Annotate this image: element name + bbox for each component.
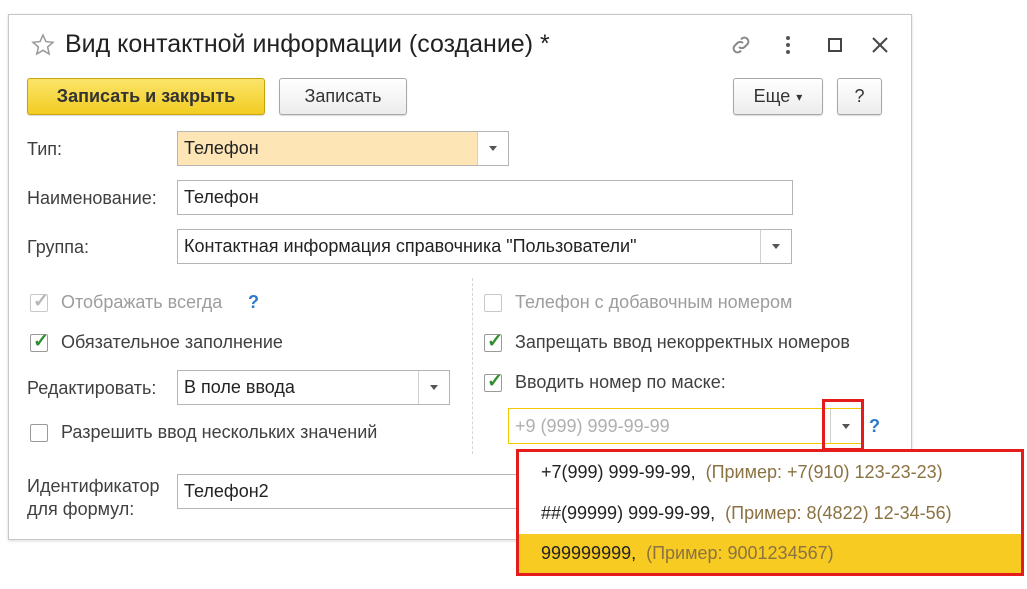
link-icon[interactable] (727, 31, 755, 59)
identifier-label-line1: Идентификатор (27, 476, 160, 496)
checkmark-icon: ✓ (487, 331, 503, 352)
chevron-down-icon: ▾ (796, 89, 803, 104)
multiple-values-checkbox[interactable] (30, 424, 48, 442)
save-button[interactable]: Записать (279, 78, 407, 115)
show-always-label: Отображать всегда (61, 292, 223, 312)
name-input[interactable]: Телефон (177, 180, 793, 215)
identifier-input[interactable]: Телефон2 (177, 474, 522, 509)
mask-option-value: 999999999, (541, 543, 637, 563)
maximize-icon[interactable] (822, 31, 848, 59)
forbid-incorrect-label: Запрещать ввод некорректных номеров (515, 332, 850, 352)
type-value: Телефон (184, 138, 259, 158)
mask-checkbox[interactable]: ✓ (484, 371, 503, 392)
ext-phone-label: Телефон с добавочным номером (515, 292, 793, 312)
mask-option-value: +7(999) 999-99-99, (541, 462, 696, 482)
mask-label: Вводить номер по маске: (515, 372, 726, 392)
mask-option[interactable]: +7(999) 999-99-99, (Пример: +7(910) 123-… (519, 452, 1021, 493)
help-button[interactable]: ? (837, 78, 882, 115)
show-always-checkbox[interactable]: ✓ (30, 291, 49, 312)
dropdown-arrow-icon[interactable] (760, 230, 791, 263)
type-label: Тип: (27, 139, 63, 159)
required-checkbox[interactable]: ✓ (30, 331, 49, 352)
star-icon[interactable] (30, 32, 56, 58)
identifier-value: Телефон2 (184, 481, 269, 501)
annotation-highlight-box (822, 399, 864, 451)
required-label: Обязательное заполнение (61, 332, 283, 352)
mask-option-example: (Пример: +7(910) 123-23-23) (705, 462, 943, 482)
more-vertical-icon[interactable] (778, 31, 798, 59)
identifier-label-line2: для формул: (27, 499, 135, 519)
checkmark-icon: ✓ (33, 291, 49, 312)
mask-option-example: (Пример: 9001234567) (646, 543, 834, 563)
mask-option-example: (Пример: 8(4822) 12-34-56) (725, 503, 952, 523)
show-always-help-icon[interactable]: ? (248, 292, 259, 313)
mask-option[interactable]: ##(99999) 999-99-99, (Пример: 8(4822) 12… (519, 493, 1021, 534)
edit-mode-label: Редактировать: (27, 378, 157, 398)
mask-help-icon[interactable]: ? (869, 416, 880, 437)
group-value: Контактная информация справочника "Польз… (184, 236, 637, 256)
mask-placeholder: +9 (999) 999-99-99 (515, 415, 670, 436)
name-value: Телефон (184, 187, 259, 207)
save-and-close-button[interactable]: Записать и закрыть (27, 78, 265, 115)
edit-mode-value: В поле ввода (184, 377, 295, 397)
group-label: Группа: (27, 237, 90, 257)
window-title: Вид контактной информации (создание) * (65, 30, 550, 58)
more-label: Еще (753, 86, 791, 106)
mask-input[interactable]: +9 (999) 999-99-99 (508, 408, 862, 444)
mask-option-selected[interactable]: 999999999, (Пример: 9001234567) (519, 534, 1021, 573)
ext-phone-checkbox[interactable] (484, 294, 502, 312)
checkmark-icon: ✓ (33, 331, 49, 352)
checkmark-icon: ✓ (487, 371, 503, 392)
type-select[interactable]: Телефон (177, 131, 509, 166)
edit-mode-select[interactable]: В поле ввода (177, 370, 450, 405)
close-icon[interactable] (866, 31, 894, 59)
group-select[interactable]: Контактная информация справочника "Польз… (177, 229, 792, 264)
forbid-incorrect-checkbox[interactable]: ✓ (484, 331, 503, 352)
name-label: Наименование: (27, 188, 157, 208)
more-button[interactable]: Еще ▾ (733, 78, 823, 115)
dropdown-arrow-icon[interactable] (418, 371, 449, 404)
column-divider (472, 278, 473, 454)
mask-option-value: ##(99999) 999-99-99, (541, 503, 716, 523)
mask-dropdown-list: +7(999) 999-99-99, (Пример: +7(910) 123-… (516, 449, 1024, 576)
dropdown-arrow-icon[interactable] (477, 132, 508, 165)
multiple-values-label: Разрешить ввод нескольких значений (61, 422, 378, 442)
